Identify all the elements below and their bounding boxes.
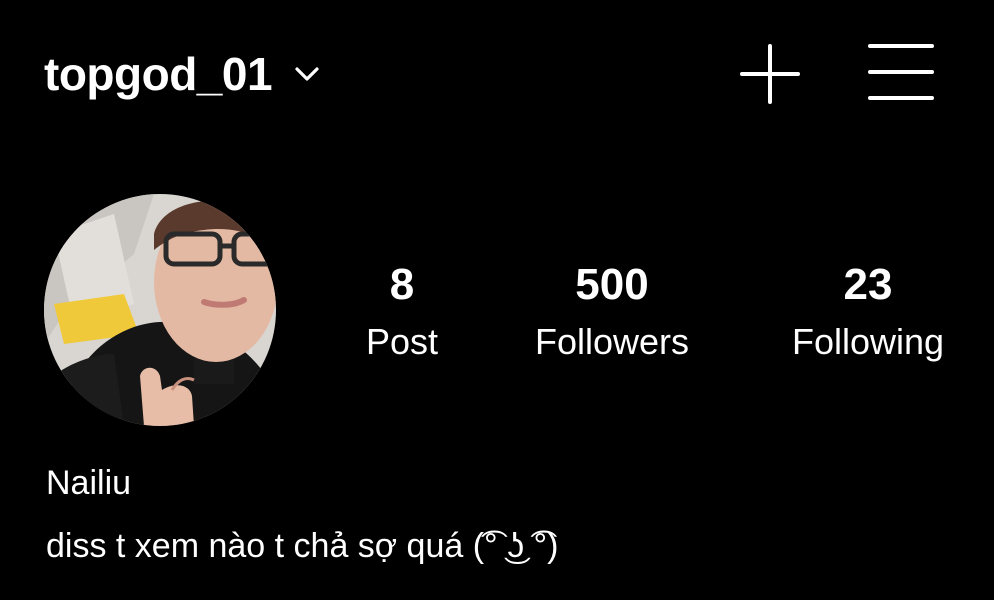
profile-name: Nailiu bbox=[46, 464, 132, 502]
following-stat[interactable]: 23 Following bbox=[770, 258, 966, 364]
followers-label: Followers bbox=[534, 321, 690, 362]
following-label: Following bbox=[791, 321, 945, 362]
account-switcher[interactable]: topgod_01 bbox=[44, 46, 320, 102]
username: topgod_01 bbox=[44, 48, 273, 100]
followers-stat[interactable]: 500 Followers bbox=[512, 258, 712, 364]
menu-button[interactable] bbox=[864, 40, 936, 106]
create-button[interactable] bbox=[738, 42, 802, 106]
plus-icon bbox=[740, 44, 800, 104]
profile-header: topgod_01 bbox=[0, 0, 994, 150]
posts-stat[interactable]: 8 Post bbox=[342, 258, 462, 364]
profile-bio: diss t xem nào t chả sợ quá (͡° ͜ʖ ͡°) bbox=[46, 527, 559, 565]
following-count: 23 bbox=[843, 260, 893, 309]
posts-label: Post bbox=[365, 321, 439, 362]
avatar[interactable] bbox=[44, 194, 276, 426]
followers-count: 500 bbox=[575, 260, 649, 309]
chevron-down-icon bbox=[294, 61, 320, 87]
posts-count: 8 bbox=[389, 260, 415, 309]
hamburger-menu-icon bbox=[868, 44, 934, 100]
